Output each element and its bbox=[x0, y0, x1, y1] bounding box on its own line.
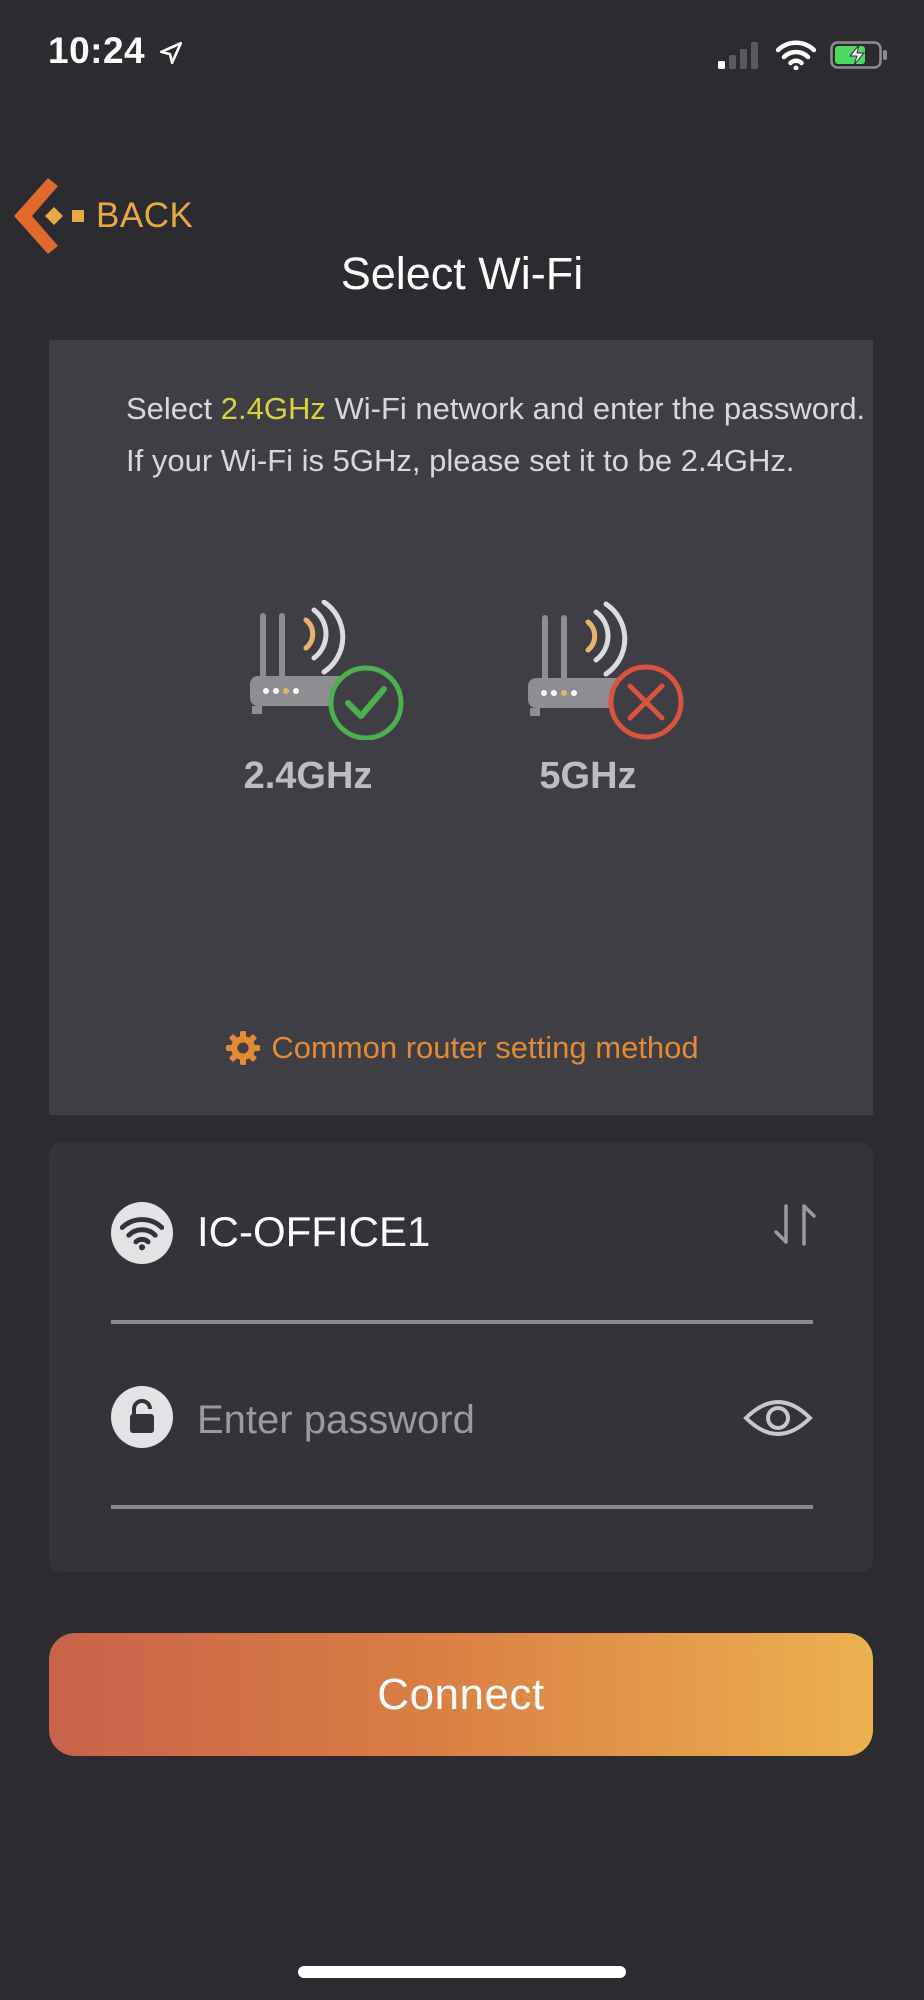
router-5ghz-label: 5GHz bbox=[539, 755, 637, 797]
status-indicators bbox=[718, 40, 888, 70]
connect-button[interactable]: Connect bbox=[49, 1633, 873, 1756]
info-line-1: Select 2.4GHz Wi-Fi network and enter th… bbox=[126, 391, 865, 427]
location-arrow-icon bbox=[159, 42, 182, 65]
password-divider bbox=[111, 1505, 813, 1509]
connect-label: Connect bbox=[377, 1669, 545, 1719]
page-title: Select Wi-Fi bbox=[340, 248, 584, 299]
router-24ghz-label: 2.4GHz bbox=[243, 755, 373, 797]
password-input[interactable] bbox=[197, 1390, 717, 1450]
info-line-1-highlight: 2.4GHz bbox=[220, 391, 326, 426]
home-indicator[interactable] bbox=[298, 1966, 626, 1978]
info-line-1-suffix: Wi-Fi network and enter the password. bbox=[325, 391, 866, 426]
status-time-text: 10:24 bbox=[48, 30, 146, 71]
router-setting-link[interactable]: Common router setting method bbox=[0, 1030, 924, 1066]
info-line-2: If your Wi-Fi is 5GHz, please set it to … bbox=[126, 443, 795, 478]
wifi-icon bbox=[111, 1202, 173, 1264]
ssid-field[interactable]: IC-OFFICE1 bbox=[197, 1208, 430, 1256]
switch-network-icon[interactable] bbox=[770, 1198, 820, 1252]
wifi-signal-icon bbox=[776, 40, 816, 70]
ssid-divider bbox=[111, 1320, 813, 1324]
eye-icon[interactable] bbox=[742, 1390, 814, 1446]
router-24ghz-icon bbox=[242, 599, 412, 741]
battery-charging-icon bbox=[830, 41, 887, 69]
status-time: 10:24 bbox=[48, 30, 184, 72]
cellular-signal-icon bbox=[718, 42, 758, 69]
gear-icon bbox=[226, 1031, 261, 1065]
back-label: BACK bbox=[96, 196, 194, 235]
back-chevron-icon bbox=[14, 178, 84, 254]
router-setting-label: Common router setting method bbox=[271, 1030, 699, 1065]
back-button[interactable]: BACK bbox=[10, 176, 193, 256]
info-line-1-prefix: Select bbox=[126, 391, 221, 426]
lock-icon bbox=[111, 1386, 173, 1448]
router-5ghz-icon bbox=[520, 600, 690, 740]
